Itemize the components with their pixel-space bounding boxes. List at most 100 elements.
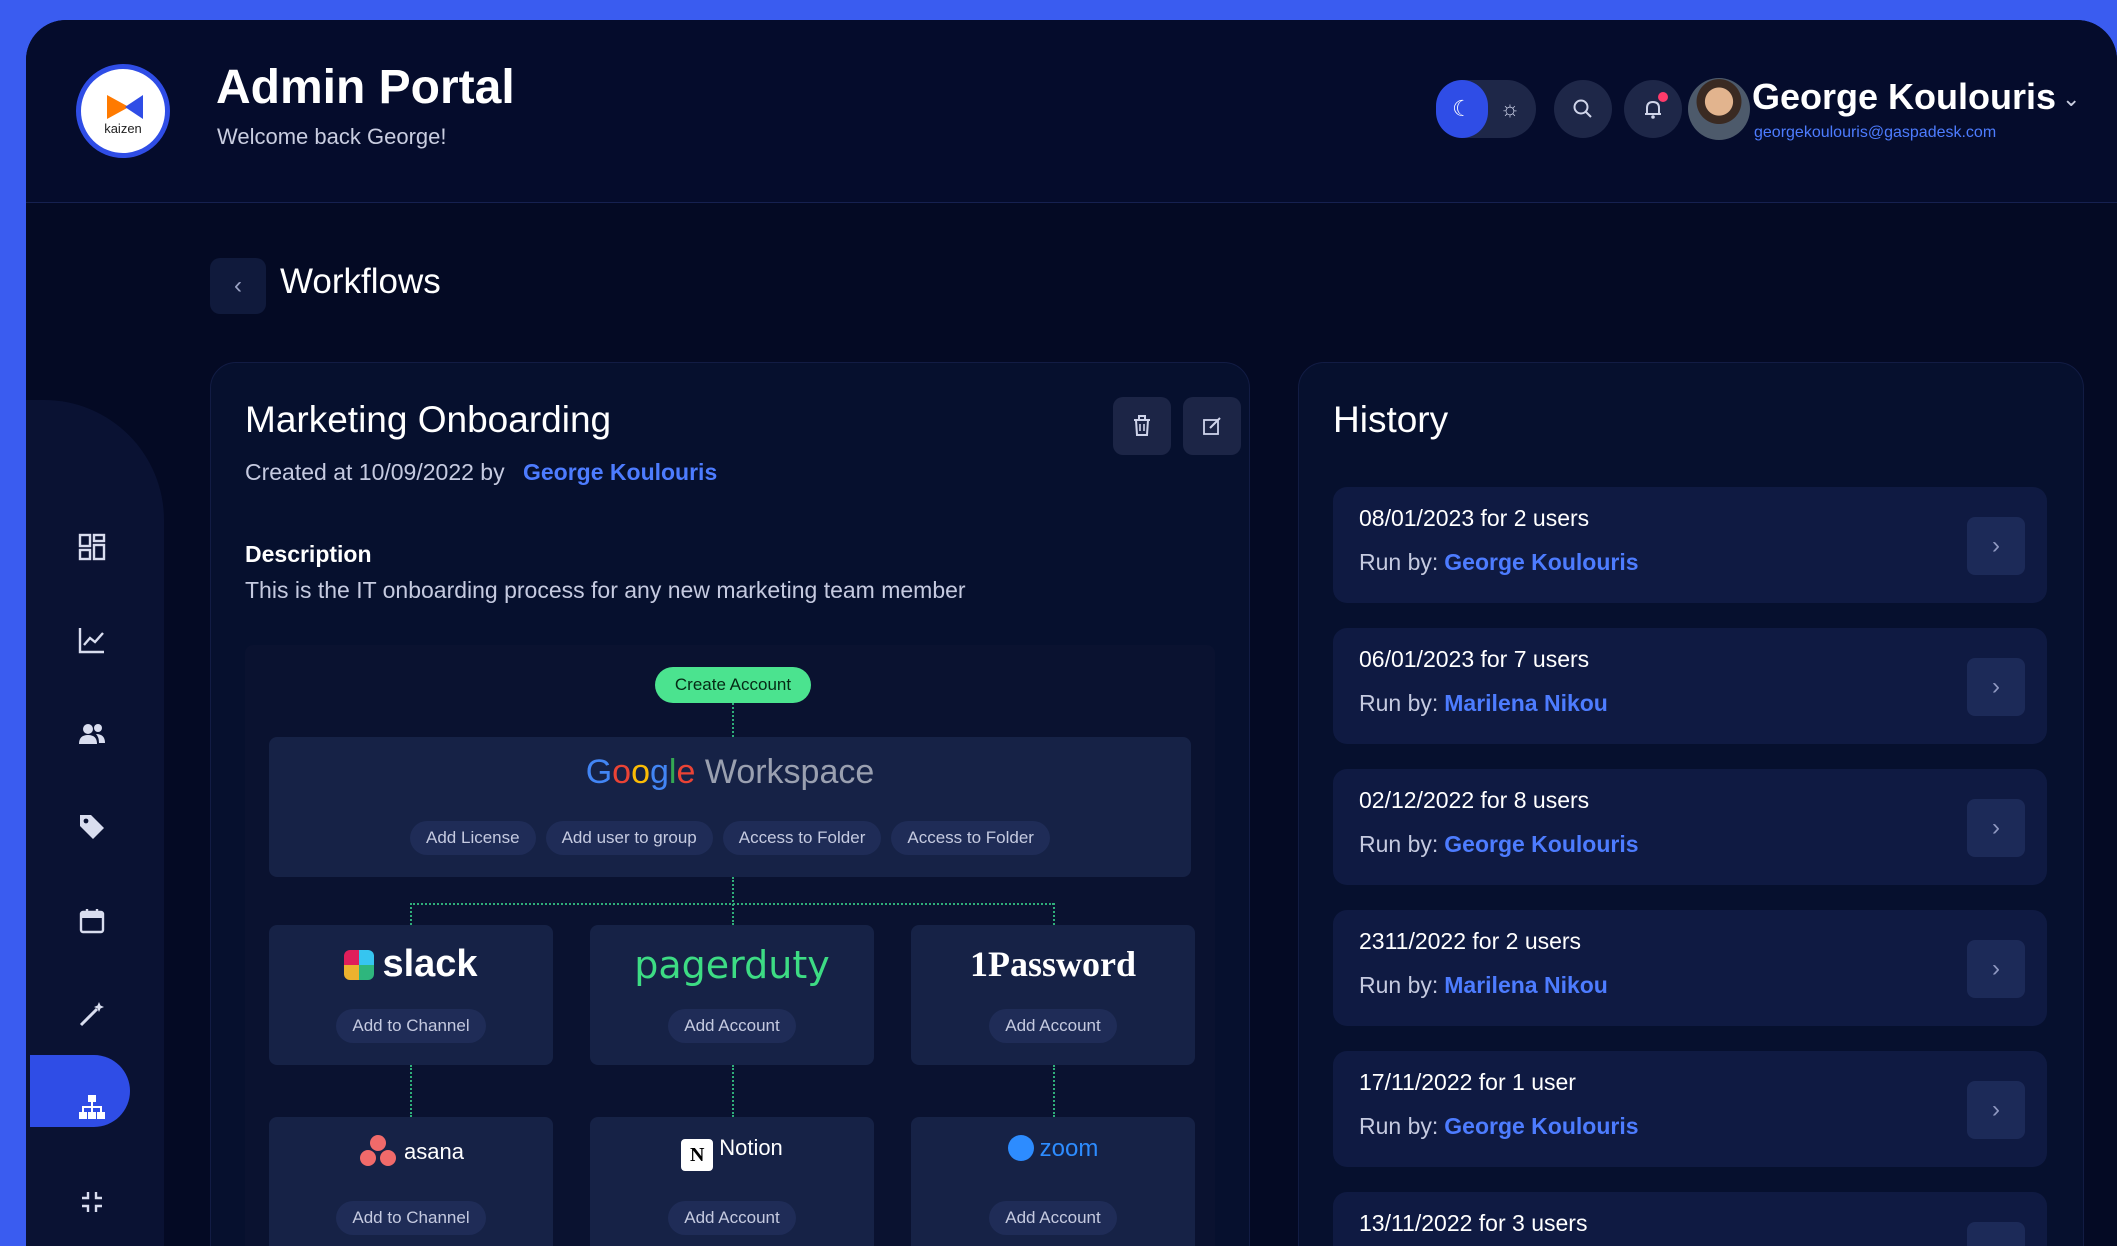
- history-run-by: Run by: George Koulouris: [1359, 549, 1639, 575]
- sidebar-item-tags[interactable]: [60, 795, 124, 859]
- action-chip[interactable]: Add Account: [989, 1009, 1117, 1043]
- workflow-card: Marketing Onboarding Created at 10/09/20…: [210, 362, 1250, 1246]
- zoom-mark-icon: [1007, 1135, 1034, 1161]
- history-user-link[interactable]: George Koulouris: [1444, 1113, 1638, 1139]
- pagerduty-logo: pagerduty: [634, 943, 830, 987]
- history-date: 06/01/2023 for 7 users: [1359, 646, 1590, 672]
- action-chip[interactable]: Add to Channel: [336, 1201, 486, 1235]
- history-user-link[interactable]: George Koulouris: [1444, 549, 1638, 575]
- history-item[interactable]: 2311/2022 for 2 users Run by: Marilena Ni…: [1333, 910, 2047, 1026]
- notifications-button[interactable]: [1624, 80, 1682, 138]
- chevron-right-icon: ›: [1992, 1096, 2000, 1123]
- tag-icon: [80, 815, 104, 839]
- notification-badge: [1658, 92, 1668, 102]
- google-workspace-logo: Google Workspace: [585, 753, 875, 791]
- back-button[interactable]: ‹: [210, 258, 266, 314]
- users-icon: [79, 724, 105, 744]
- action-chip[interactable]: Access to Folder: [722, 821, 882, 855]
- edit-workflow-button[interactable]: [1183, 397, 1241, 455]
- sidebar-item-calendar[interactable]: [60, 889, 124, 953]
- connector-line: [732, 877, 734, 925]
- trash-icon: [1134, 415, 1150, 436]
- action-chip[interactable]: Add License: [410, 821, 536, 855]
- search-button[interactable]: [1554, 80, 1612, 138]
- action-chip[interactable]: Add Account: [989, 1201, 1117, 1235]
- history-user-link[interactable]: Marilena Nikou: [1444, 690, 1608, 716]
- 1password-logo: 1Password: [969, 944, 1136, 984]
- slack-node[interactable]: slack Add to Channel: [269, 925, 553, 1065]
- app-title: Admin Portal: [216, 61, 515, 114]
- action-chip[interactable]: Add Account: [668, 1201, 796, 1235]
- history-user-link[interactable]: Marilena Nikou: [1444, 972, 1608, 998]
- 1password-node[interactable]: 1Password Add Account: [911, 925, 1195, 1065]
- connector-line: [410, 903, 412, 925]
- google-actions: Add License Add user to group Access to …: [269, 821, 1191, 855]
- history-item[interactable]: 17/11/2022 for 1 user Run by: George Koul…: [1333, 1051, 2047, 1167]
- zoom-node[interactable]: zoom Add Account: [911, 1117, 1195, 1246]
- action-chip[interactable]: Access to Folder: [891, 821, 1050, 855]
- user-name[interactable]: George Koulouris: [1752, 76, 2056, 118]
- slack-logo: slack: [269, 943, 553, 986]
- notion-logo: N Notion: [590, 1135, 874, 1171]
- trigger-create-account[interactable]: Create Account: [655, 667, 811, 703]
- history-date: 2311/2022 for 2 users: [1359, 928, 1582, 954]
- top-header: kaizen Admin Portal Welcome back George!…: [26, 20, 2117, 203]
- zoom-logo: zoom: [911, 1135, 1195, 1163]
- history-date: 08/01/2023 for 2 users: [1359, 505, 1590, 531]
- google-workspace-node[interactable]: Google Workspace Add License Add user to…: [269, 737, 1191, 877]
- pagerduty-node[interactable]: pagerduty Add Account: [590, 925, 874, 1065]
- asana-logo: asana: [269, 1135, 553, 1167]
- calendar-icon: [79, 909, 105, 934]
- chevron-down-icon[interactable]: ⌄: [2062, 86, 2080, 112]
- chevron-right-icon: ›: [1992, 532, 2000, 559]
- history-open-button[interactable]: ›: [1967, 1081, 2025, 1139]
- history-item[interactable]: 13/11/2022 for 3 users ›: [1333, 1192, 2047, 1246]
- history-date: 17/11/2022 for 1 user: [1359, 1069, 1576, 1095]
- workflow-diagram: Create Account Google Workspace Add Lice…: [245, 645, 1215, 1246]
- theme-toggle[interactable]: ☾ ☼: [1436, 80, 1536, 138]
- history-item[interactable]: 06/01/2023 for 7 users Run by: Marilena N…: [1333, 628, 2047, 744]
- description-label: Description: [245, 541, 372, 567]
- logo-text: kaizen: [104, 121, 142, 136]
- connector-line: [410, 1065, 412, 1117]
- workflow-author-link[interactable]: George Koulouris: [523, 459, 717, 486]
- notion-node[interactable]: N Notion Add Account: [590, 1117, 874, 1246]
- moon-icon[interactable]: ☾: [1436, 80, 1488, 138]
- avatar[interactable]: [1688, 78, 1750, 140]
- dashboard-icon: [78, 533, 106, 561]
- history-run-by: Run by: George Koulouris: [1359, 1113, 1639, 1139]
- search-icon: [1573, 99, 1592, 118]
- connector-line: [410, 903, 1054, 905]
- history-open-button[interactable]: ›: [1967, 658, 2025, 716]
- chevron-right-icon: ›: [1992, 955, 2000, 982]
- kaizen-logo[interactable]: kaizen: [76, 64, 170, 158]
- sidebar-item-workflows[interactable]: [60, 1075, 124, 1139]
- history-open-button[interactable]: ›: [1967, 940, 2025, 998]
- history-open-button[interactable]: ›: [1967, 517, 2025, 575]
- history-card: History 08/01/2023 for 2 users Run by: Ge…: [1298, 362, 2084, 1246]
- logo-mark-blue: [125, 95, 143, 119]
- collapse-icon: [82, 1192, 102, 1212]
- action-chip[interactable]: Add user to group: [545, 821, 713, 855]
- sidebar-item-automation[interactable]: [60, 982, 124, 1046]
- delete-workflow-button[interactable]: [1113, 397, 1171, 455]
- sidebar-item-users[interactable]: [60, 702, 124, 766]
- history-date: 13/11/2022 for 3 users: [1359, 1210, 1588, 1236]
- sun-icon[interactable]: ☼: [1490, 80, 1530, 138]
- history-item[interactable]: 02/12/2022 for 8 users Run by: George Kou…: [1333, 769, 2047, 885]
- connector-line: [1053, 903, 1055, 925]
- action-chip[interactable]: Add Account: [668, 1009, 796, 1043]
- history-date: 02/12/2022 for 8 users: [1359, 787, 1590, 813]
- history-user-link[interactable]: George Koulouris: [1444, 831, 1638, 857]
- page-title: Workflows: [280, 262, 441, 301]
- history-item[interactable]: 08/01/2023 for 2 users Run by: George Kou…: [1333, 487, 2047, 603]
- sidebar-item-analytics[interactable]: [60, 608, 124, 672]
- action-chip[interactable]: Add to Channel: [336, 1009, 486, 1043]
- sidebar-item-collapse[interactable]: [60, 1170, 124, 1234]
- history-run-by: Run by: George Koulouris: [1359, 831, 1639, 857]
- asana-node[interactable]: asana Add to Channel: [269, 1117, 553, 1246]
- history-open-button[interactable]: ›: [1967, 1222, 2025, 1246]
- chevron-right-icon: ›: [1992, 673, 2000, 700]
- history-open-button[interactable]: ›: [1967, 799, 2025, 857]
- sidebar-item-dashboard[interactable]: [60, 515, 124, 579]
